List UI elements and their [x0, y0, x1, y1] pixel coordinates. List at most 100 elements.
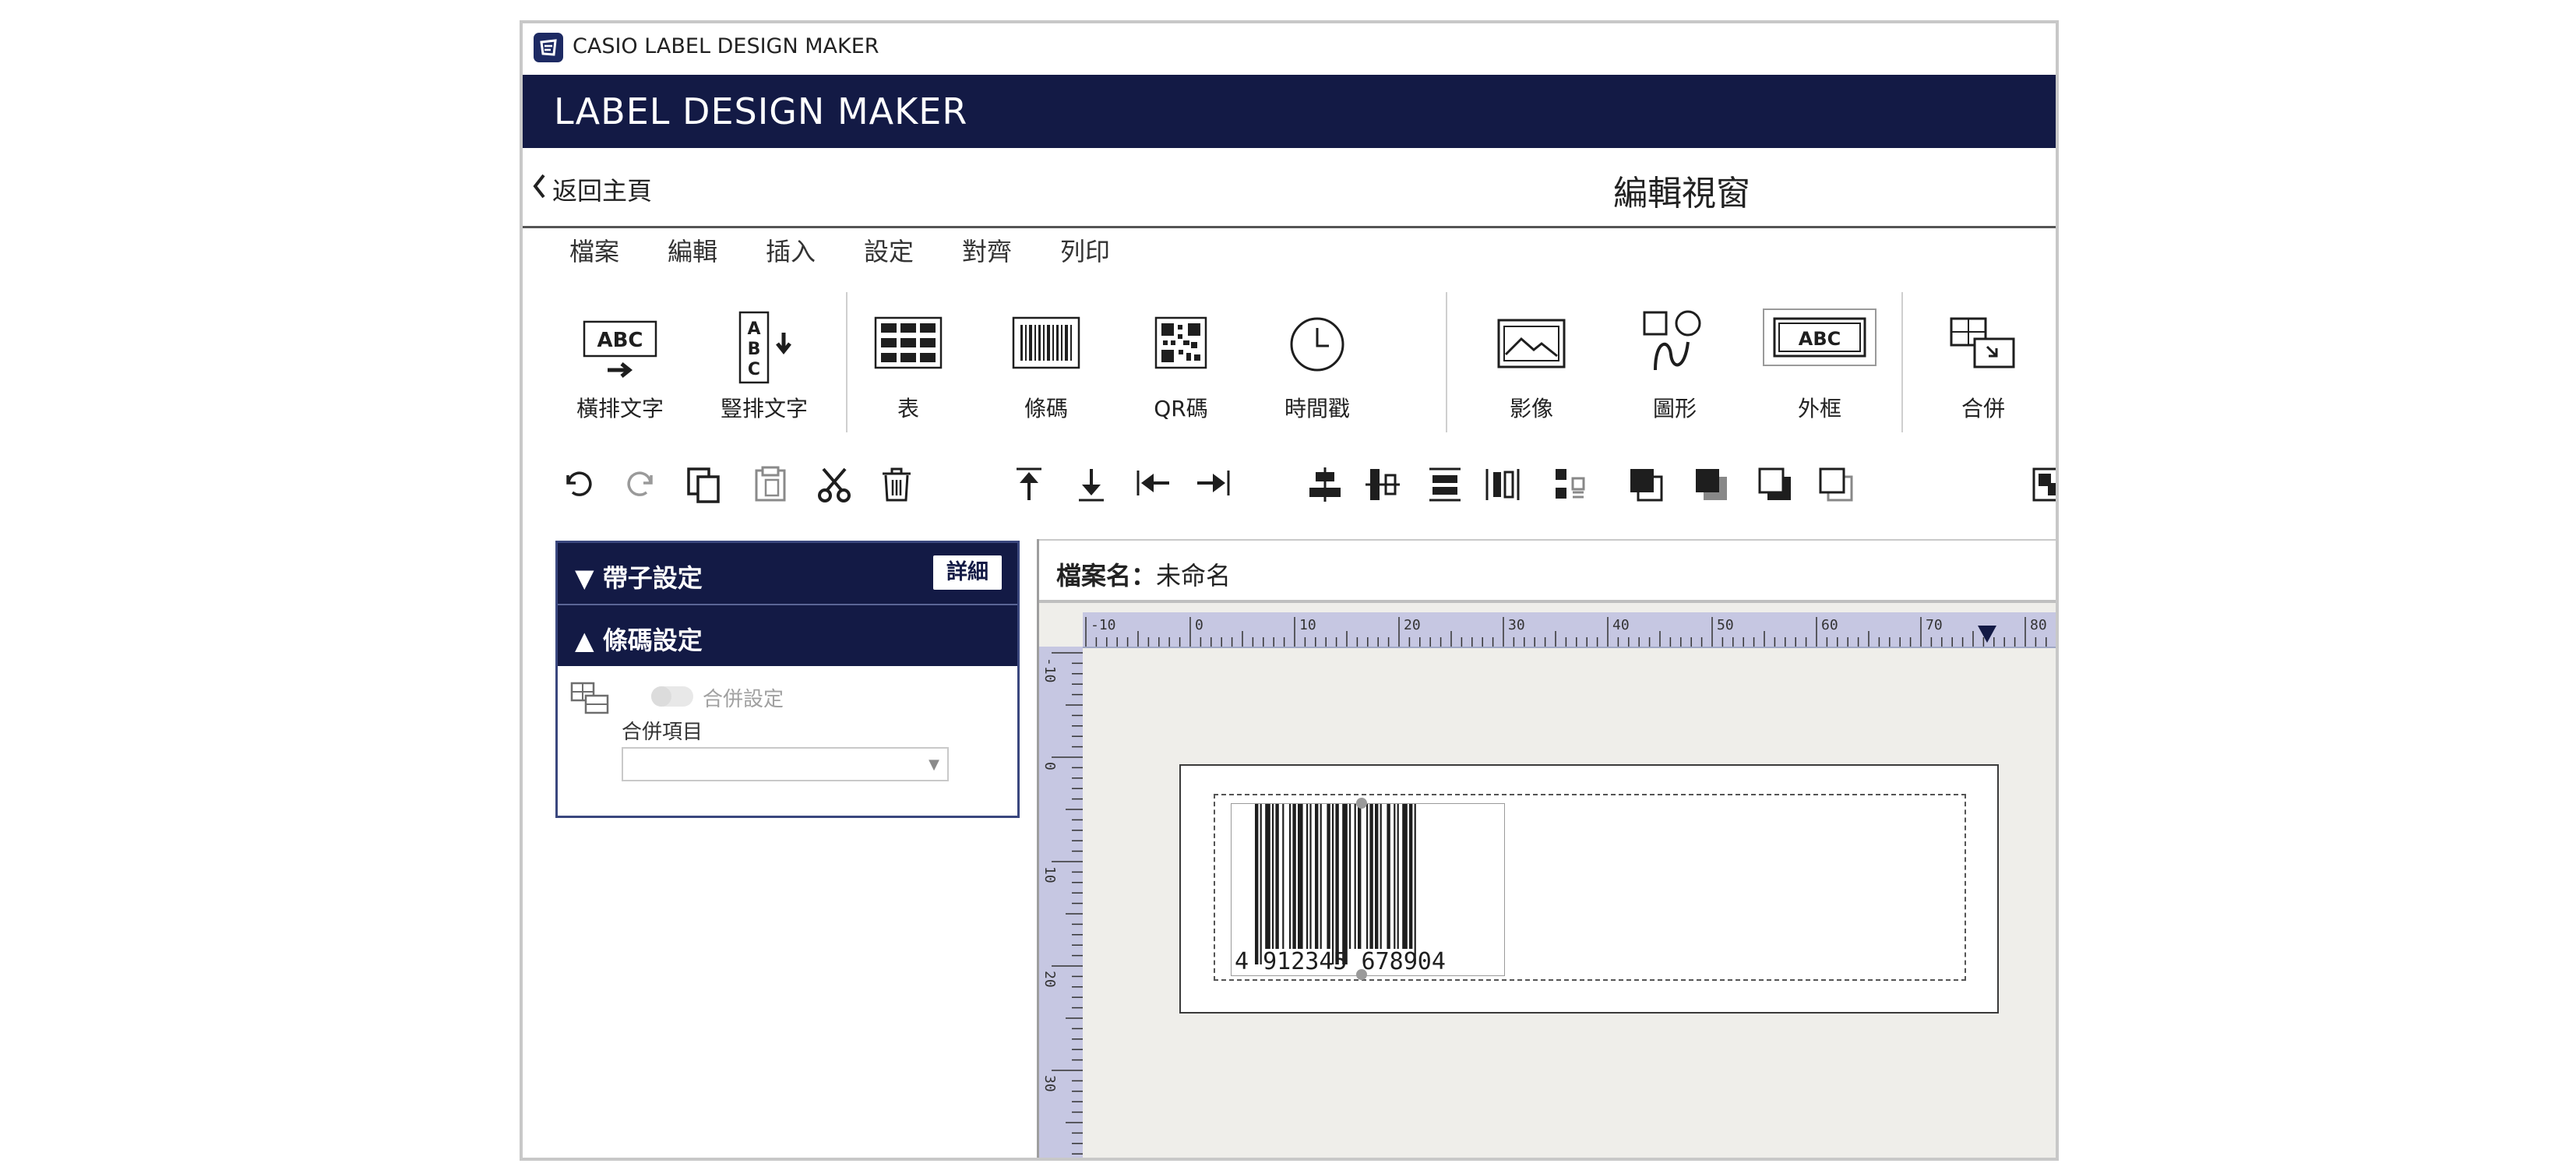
- barcode-bar: [1309, 804, 1312, 949]
- align-left-button[interactable]: [1130, 460, 1177, 509]
- app-window: CASIO LABEL DESIGN MAKER LABEL DESIGN MA…: [520, 20, 2059, 1161]
- horizontal-ruler[interactable]: -10 0 10 20 30 40 50 60 70 80: [1083, 612, 2056, 648]
- ruler-marker-icon[interactable]: [1977, 625, 1997, 647]
- image-label: 影像: [1509, 396, 1553, 421]
- align-right-button[interactable]: [1189, 460, 1236, 509]
- ruler-tick-label: 20: [1404, 617, 1421, 633]
- send-backward-icon: [1758, 467, 1791, 500]
- sub-navigation: 返回主頁 編輯視窗: [523, 148, 2056, 228]
- align-top-icon: [1017, 467, 1041, 500]
- barcode-bar: [1255, 804, 1259, 964]
- menu-settings[interactable]: 設定: [864, 232, 914, 268]
- center-horizontal-button[interactable]: [1302, 460, 1348, 509]
- delete-button[interactable]: [873, 460, 920, 509]
- barcode-bar: [1327, 804, 1330, 949]
- insert-timestamp-button[interactable]: 時間戳: [1259, 300, 1376, 432]
- insert-horizontal-text-button[interactable]: ABC 橫排文字: [562, 300, 678, 432]
- vertical-ruler[interactable]: -10 0 10 20 30: [1039, 647, 1083, 1158]
- detail-button[interactable]: 詳細: [933, 555, 1002, 590]
- ruler-tick-label: 50: [1717, 617, 1734, 633]
- ruler-tick-label: 0: [1041, 762, 1058, 770]
- menu-insert[interactable]: 插入: [766, 232, 816, 268]
- barcode-label: 條碼: [1024, 396, 1068, 421]
- ruler-tick-label: 60: [1821, 617, 1838, 633]
- insert-shape-button[interactable]: 圖形: [1616, 300, 1733, 432]
- cut-button[interactable]: [811, 460, 858, 509]
- align-bottom-button[interactable]: [1068, 460, 1115, 509]
- send-backward-button[interactable]: [1752, 460, 1799, 509]
- insert-barcode-button[interactable]: 條碼: [988, 300, 1105, 432]
- barcode-settings-header[interactable]: ▲ 條碼設定: [558, 605, 1017, 666]
- barcode-bar: [1397, 804, 1399, 949]
- barcode-bar: [1275, 804, 1279, 949]
- barcode-bar: [1349, 804, 1351, 949]
- b-glyph: B: [748, 340, 761, 359]
- barcode-bar: [1272, 804, 1274, 949]
- scissors-icon: [818, 467, 851, 502]
- tape-settings-header[interactable]: ▼ 帶子設定 詳細: [558, 543, 1017, 604]
- barcode-bar: [1282, 804, 1284, 949]
- menu-edit[interactable]: 編輯: [668, 232, 717, 268]
- barcode-bar: [1298, 804, 1303, 949]
- ruler-tick-label: -10: [1041, 658, 1058, 683]
- insert-merge-button[interactable]: 合併: [1925, 300, 2042, 432]
- barcode-bar: [1369, 804, 1373, 949]
- barcode-bar: [1394, 804, 1396, 949]
- menu-file[interactable]: 檔案: [569, 232, 619, 268]
- barcode-bar: [1414, 804, 1416, 964]
- insert-image-button[interactable]: 影像: [1473, 300, 1590, 432]
- undo-button[interactable]: [554, 460, 601, 509]
- filename-bar: 檔案名： 未命名: [1039, 539, 2056, 603]
- design-canvas-area: 檔案名： 未命名 -10 0 10 20 30 40 50 60 70 80 -10 0 10 20 30…: [1037, 539, 2056, 1158]
- barcode-bar: [1342, 804, 1348, 964]
- distribute-horizontal-button[interactable]: [1479, 460, 1526, 509]
- insert-qr-button[interactable]: QR碼: [1122, 300, 1239, 432]
- send-to-back-button[interactable]: [1813, 460, 1859, 509]
- arrange-button[interactable]: [1546, 460, 1593, 509]
- table-icon: [873, 316, 943, 373]
- barcode-bar: [1366, 804, 1369, 949]
- barcode-bar: [1375, 804, 1379, 949]
- bring-to-top-button[interactable]: [1006, 460, 1052, 509]
- barcode-number-text: 4 912345 678904: [1235, 948, 1446, 975]
- window-title: CASIO LABEL DESIGN MAKER: [573, 34, 879, 58]
- merge-item-select[interactable]: ▼: [622, 747, 949, 781]
- center-vertical-button[interactable]: [1359, 460, 1406, 509]
- menu-print[interactable]: 列印: [1060, 232, 1110, 268]
- frame-icon: ABC: [1762, 308, 1877, 367]
- toggle-knob: [651, 686, 671, 707]
- ruler-tick-label: 30: [1041, 1075, 1058, 1092]
- page-title: 編輯視窗: [1613, 174, 1750, 213]
- barcode-object[interactable]: 4 912345 678904: [1231, 798, 1505, 980]
- copy-button[interactable]: [681, 460, 728, 509]
- ruler-tick-label: 40: [1612, 617, 1630, 633]
- resize-handle-bottom[interactable]: [1356, 969, 1367, 980]
- barcode-bar: [1289, 804, 1292, 949]
- clock-icon: [1288, 316, 1346, 376]
- merge-toggle[interactable]: [651, 686, 693, 707]
- bring-forward-button[interactable]: [1688, 460, 1735, 509]
- align-center-h-icon: [1309, 467, 1341, 502]
- abc-glyph: ABC: [597, 329, 643, 352]
- merge-item-label: 合併項目: [622, 721, 703, 744]
- resize-handle-top[interactable]: [1356, 798, 1367, 809]
- menu-align[interactable]: 對齊: [962, 232, 1012, 268]
- group-button[interactable]: [2026, 460, 2056, 509]
- insert-table-button[interactable]: 表: [850, 300, 967, 432]
- back-label: 返回主頁: [552, 176, 653, 206]
- label-tape[interactable]: 4 912345 678904: [1179, 764, 1999, 1014]
- redo-button[interactable]: [618, 460, 665, 509]
- bring-to-front-button[interactable]: [1623, 460, 1669, 509]
- insert-frame-button[interactable]: ABC 外框: [1761, 300, 1878, 432]
- horizontal-text-label: 橫排文字: [576, 396, 664, 421]
- distribute-h-icon: [1485, 469, 1520, 500]
- distribute-vertical-button[interactable]: [1422, 460, 1468, 509]
- vertical-ruler-ticks: -10 0 10 20 30: [1041, 652, 1083, 1155]
- barcode-bar: [1332, 804, 1334, 964]
- image-icon: [1496, 316, 1566, 373]
- paste-button[interactable]: [747, 460, 794, 509]
- paste-icon: [755, 466, 786, 502]
- insert-vertical-text-button[interactable]: A B C 豎排文字: [706, 300, 823, 432]
- ruler-tick-label: -10: [1091, 617, 1116, 633]
- back-to-home-link[interactable]: 返回主頁: [532, 171, 652, 207]
